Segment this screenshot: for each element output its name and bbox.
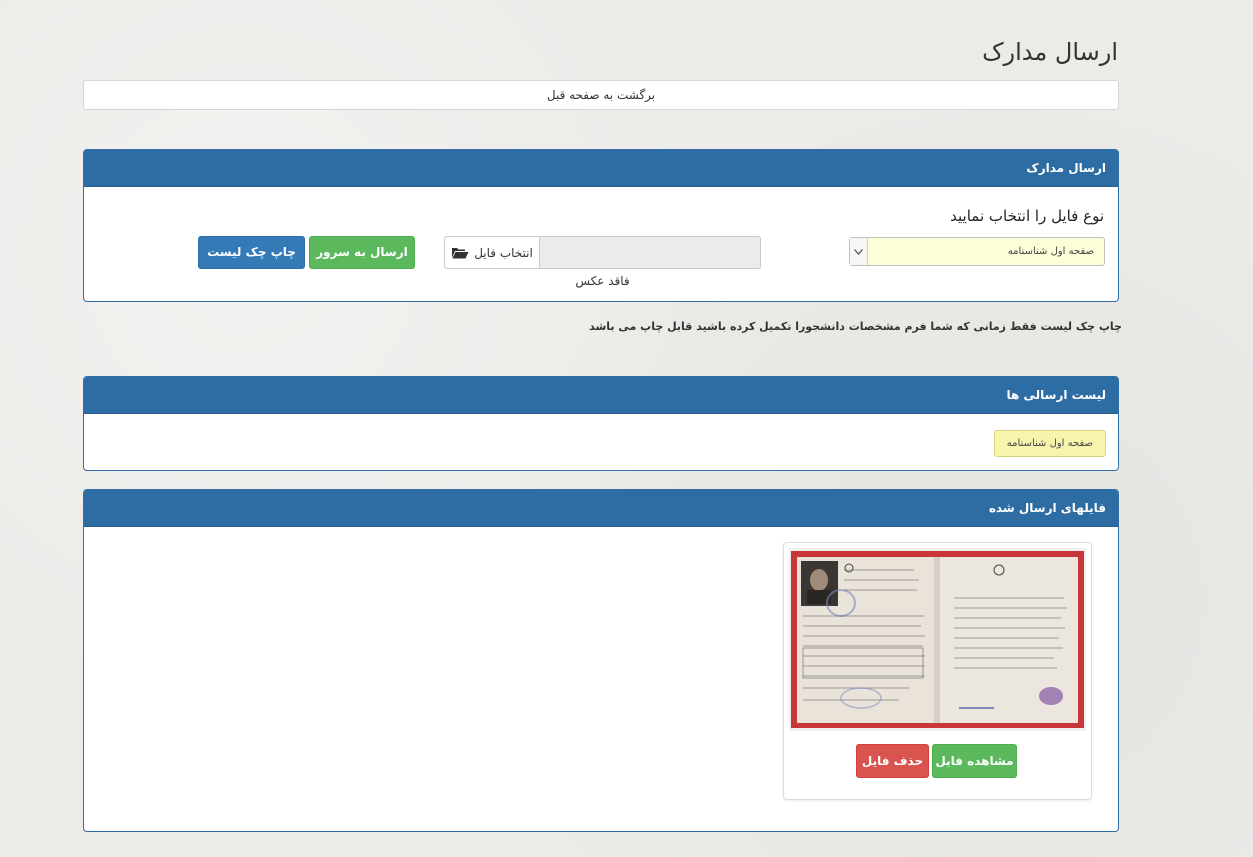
sent-list-panel: لیست ارسالی ها صفحه اول شناسنامه bbox=[83, 376, 1119, 471]
back-button[interactable]: برگشت به صفحه قبل bbox=[83, 80, 1119, 110]
view-file-button[interactable]: مشاهده فایل bbox=[932, 744, 1017, 778]
page: ارسال مدارک برگشت به صفحه قبل ارسال مدار… bbox=[0, 0, 1253, 857]
file-input[interactable]: انتخاب فایل bbox=[444, 236, 761, 269]
file-name-field[interactable] bbox=[540, 237, 760, 268]
file-type-select[interactable]: صفحه اول شناسنامه bbox=[849, 237, 1105, 266]
chevron-down-icon bbox=[850, 238, 868, 265]
file-thumbnail-card: مشاهده فایل حذف فایل bbox=[783, 542, 1092, 800]
page-title: ارسال مدارک bbox=[982, 38, 1118, 66]
choose-file-label: انتخاب فایل bbox=[474, 245, 533, 260]
delete-file-button[interactable]: حذف فایل bbox=[856, 744, 929, 778]
file-type-label: نوع فایل را انتخاب نمایید bbox=[950, 207, 1104, 225]
choose-file-button[interactable]: انتخاب فایل bbox=[445, 237, 540, 268]
send-to-server-button[interactable]: ارسال به سرور bbox=[309, 236, 415, 269]
print-note: چاپ چک لیست فقط زمانی که شما فرم مشخصات … bbox=[589, 320, 1122, 333]
print-checklist-button[interactable]: چاپ چک لیست bbox=[198, 236, 305, 269]
document-thumbnail[interactable] bbox=[789, 548, 1086, 731]
file-type-select-value: صفحه اول شناسنامه bbox=[1007, 246, 1094, 257]
sent-list-heading: لیست ارسالی ها bbox=[84, 377, 1118, 414]
upload-panel-heading: ارسال مدارک bbox=[84, 150, 1118, 187]
upload-panel: ارسال مدارک نوع فایل را انتخاب نمایید صف… bbox=[83, 149, 1119, 302]
sent-files-heading: فایلهای ارسال شده bbox=[84, 490, 1118, 527]
file-status: فاقد عکس bbox=[575, 274, 630, 288]
sent-list-item[interactable]: صفحه اول شناسنامه bbox=[993, 430, 1106, 457]
folder-open-icon bbox=[451, 246, 469, 259]
sent-files-panel: فایلهای ارسال شده مشاهده فایل حذف فایل bbox=[83, 489, 1119, 832]
